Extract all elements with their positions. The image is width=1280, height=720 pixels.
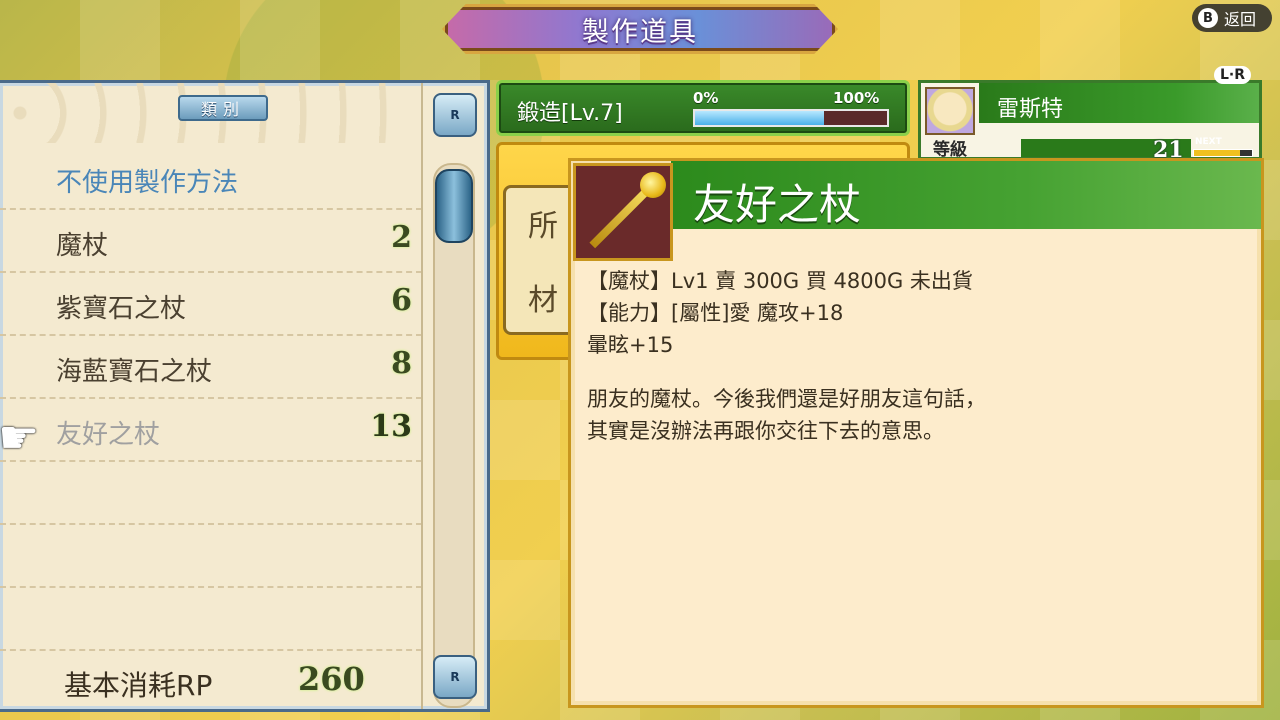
- next-exp-fill: [1194, 150, 1241, 156]
- list-item-name: 不使用製作方法: [56, 168, 239, 198]
- item-description-line: 朋友的魔杖。今後我們還是好朋友這句話，: [587, 387, 986, 411]
- list-item-empty[interactable]: [0, 525, 422, 588]
- page-down-button[interactable]: R: [433, 655, 477, 699]
- item-stats-line: 【魔杖】Lv1 賣 300G 買 4800G 未出貨: [587, 269, 973, 293]
- character-name: 雷斯特: [997, 97, 1064, 122]
- staff-icon: [573, 163, 673, 261]
- list-item-count: 13: [370, 409, 412, 444]
- item-description-line: 其實是沒辦法再跟你交往下去的意思。: [587, 419, 944, 443]
- rp-cost-label: 基本消耗RP: [64, 669, 213, 702]
- character-switch-hint[interactable]: L·R: [1214, 66, 1252, 84]
- materials-badge-char: 材: [528, 283, 558, 318]
- next-label: NEXT: [1195, 137, 1222, 147]
- list-item-no-recipe[interactable]: 不使用製作方法: [0, 147, 422, 210]
- rp-cost-value: 260: [298, 660, 365, 698]
- item-description: 朋友的魔杖。今後我們還是好朋友這句話， 其實是沒辦法再跟你交往下去的意思。: [587, 383, 986, 447]
- progress-min-label: 0%: [693, 89, 719, 107]
- next-exp-bar: [1193, 149, 1253, 157]
- item-detail-panel: 友好之杖 【魔杖】Lv1 賣 300G 買 4800G 未出貨 【能力】[屬性]…: [568, 158, 1264, 708]
- recipe-list-panel: 類別 不使用製作方法 魔杖 2 紫寶石之杖 6 海藍寶石之杖 8 友好之杖 13…: [0, 80, 490, 712]
- list-item-empty[interactable]: [0, 462, 422, 525]
- list-item-count: 2: [391, 220, 412, 255]
- item-stats-line: 暈眩+15: [587, 333, 674, 357]
- character-panel[interactable]: 雷斯特 等級 21 NEXT: [918, 80, 1262, 163]
- scroll-column: R R: [421, 83, 487, 709]
- list-item[interactable]: 海藍寶石之杖 8: [0, 336, 422, 399]
- hand-pointer-icon: ☛: [0, 410, 40, 464]
- list-item-name: 紫寶石之杖: [56, 294, 187, 324]
- screen-title: 製作道具: [582, 16, 698, 48]
- r-button-icon: R: [450, 670, 460, 684]
- scrollbar-thumb[interactable]: [435, 169, 473, 243]
- skill-name: 鍛造[Lv.7]: [517, 101, 623, 126]
- materials-badge-char: 所: [528, 209, 558, 244]
- list-item-count: 6: [391, 283, 412, 318]
- skill-progress-panel: 鍛造[Lv.7] 0% 100%: [496, 80, 910, 136]
- page-up-button[interactable]: R: [433, 93, 477, 137]
- list-item-name: 魔杖: [56, 231, 109, 261]
- list-item-selected[interactable]: 友好之杖 13: [0, 399, 422, 462]
- avatar: [925, 87, 975, 135]
- staff-shaft: [589, 186, 652, 249]
- item-stats-line: 【能力】[屬性]愛 魔攻+18: [587, 301, 844, 325]
- list-item[interactable]: 紫寶石之杖 6: [0, 273, 422, 336]
- skill-progress-bar: [693, 109, 889, 127]
- r-button-icon: R: [450, 108, 460, 122]
- progress-max-label: 100%: [833, 89, 880, 107]
- item-title: 友好之杖: [693, 180, 862, 229]
- category-button[interactable]: 類別: [178, 95, 268, 121]
- staff-orb: [640, 172, 666, 198]
- level-label: 等級: [933, 140, 967, 160]
- list-item-count: 8: [391, 346, 412, 381]
- item-stats: 【魔杖】Lv1 賣 300G 買 4800G 未出貨 【能力】[屬性]愛 魔攻+…: [587, 265, 973, 361]
- scrollbar-track[interactable]: [433, 163, 475, 708]
- back-button[interactable]: B 返回: [1192, 4, 1272, 32]
- list-item-name: 海藍寶石之杖: [56, 357, 213, 387]
- b-button-icon: B: [1198, 8, 1218, 28]
- list-item-name: 友好之杖: [56, 420, 161, 450]
- skill-progress-fill: [695, 111, 824, 125]
- back-label: 返回: [1224, 10, 1257, 29]
- list-item-empty[interactable]: [0, 588, 422, 651]
- list-item[interactable]: 魔杖 2: [0, 210, 422, 273]
- screen-title-banner: 製作道具: [442, 4, 838, 54]
